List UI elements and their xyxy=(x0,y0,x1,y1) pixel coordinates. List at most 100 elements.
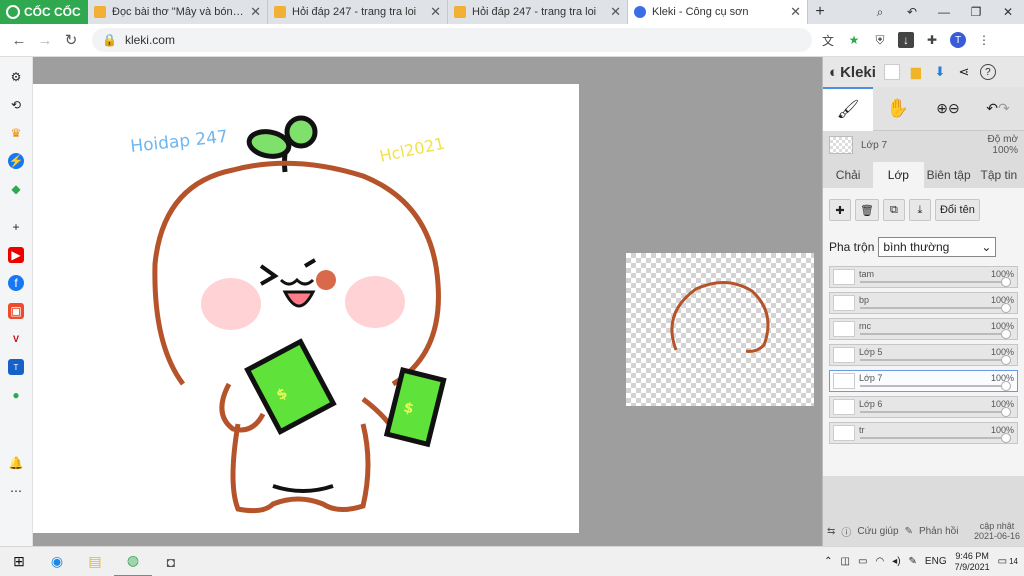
coccoc-taskbar-icon[interactable]: ◍ xyxy=(114,547,152,576)
new-file-icon[interactable] xyxy=(883,64,900,80)
slider-knob[interactable] xyxy=(1001,329,1011,339)
bookmark-star-icon[interactable]: ★ xyxy=(846,32,862,48)
close-tab-icon[interactable]: ✕ xyxy=(610,4,621,20)
meet-now-icon[interactable]: ◫ xyxy=(841,556,850,567)
crown-icon[interactable]: ♛ xyxy=(8,125,24,141)
url-field[interactable]: 🔒 kleki.com xyxy=(92,28,812,52)
merge-layer-button[interactable]: ⤓ xyxy=(908,199,931,221)
browser-tab[interactable]: Hỏi đáp 247 - trang tra loi ✕ xyxy=(268,0,448,24)
news-icon[interactable]: T xyxy=(8,359,24,375)
brush-tool-button[interactable]: 🖌 xyxy=(823,86,873,131)
drawing-workspace[interactable]: Hoidap 247 Hcl2021 $ $ xyxy=(33,57,822,546)
feedback-icon[interactable]: ✎ xyxy=(905,526,913,537)
layer-opacity-slider[interactable] xyxy=(860,333,1001,335)
undo-redo-buttons[interactable]: ↶ ↷ xyxy=(973,87,1023,131)
tab-brush[interactable]: Chải xyxy=(823,162,873,188)
forward-icon[interactable]: → xyxy=(32,32,58,49)
windows-start-icon[interactable]: ⊞ xyxy=(0,547,38,576)
camera-icon[interactable]: ◘ xyxy=(152,547,190,576)
vtv-icon[interactable]: V xyxy=(8,331,24,347)
slider-knob[interactable] xyxy=(1001,355,1011,365)
browser-tab-active[interactable]: Kleki - Công cụ sơn ✕ xyxy=(628,0,808,24)
tab-file[interactable]: Tập tin xyxy=(974,162,1024,188)
language-indicator[interactable]: ENG xyxy=(925,556,947,567)
swap-icon[interactable]: ⇆ xyxy=(827,526,835,537)
feedback-link[interactable]: Phản hồi xyxy=(919,526,958,537)
new-tab-button[interactable]: + xyxy=(808,0,832,24)
coccoc-menu-button[interactable]: CỐC CỐC xyxy=(0,0,88,24)
share-icon[interactable]: ⋖ xyxy=(956,64,972,80)
layer-opacity-slider[interactable] xyxy=(860,437,1001,439)
history-icon[interactable]: ⟲ xyxy=(8,97,24,113)
blend-mode-select[interactable]: bình thường ⌄ xyxy=(878,237,997,257)
duplicate-layer-button[interactable]: ⧉ xyxy=(882,199,905,221)
wifi-icon[interactable]: ◠ xyxy=(875,556,884,567)
close-tab-icon[interactable]: ✕ xyxy=(430,4,441,20)
close-window-button[interactable]: ✕ xyxy=(992,0,1024,24)
back-icon[interactable]: ← xyxy=(6,32,32,49)
battery-icon[interactable]: ▭ xyxy=(858,556,867,567)
drawing-canvas[interactable]: Hoidap 247 Hcl2021 $ $ xyxy=(33,84,579,533)
layer-opacity-slider[interactable] xyxy=(860,307,1001,309)
layer-row[interactable]: Lớp 6 100% xyxy=(829,396,1018,418)
slider-knob[interactable] xyxy=(1001,277,1011,287)
volume-icon[interactable]: ◂) xyxy=(892,556,900,567)
extensions-icon[interactable]: ✚ xyxy=(924,32,940,48)
help-circle-icon[interactable]: ⓘ xyxy=(841,524,851,539)
undo-icon[interactable]: ↶ xyxy=(986,100,998,117)
tab-edit[interactable]: Biên tập xyxy=(924,162,974,188)
chevron-up-icon[interactable]: ⌃ xyxy=(824,556,832,567)
translate-icon[interactable]: 文 xyxy=(820,32,836,48)
notification-icon[interactable]: ▭ 14 xyxy=(998,556,1018,567)
layer-opacity-slider[interactable] xyxy=(860,411,1001,413)
layer-row[interactable]: Lớp 5 100% xyxy=(829,344,1018,366)
layer-opacity-slider[interactable] xyxy=(860,281,1001,283)
shopping-icon[interactable]: ▣ xyxy=(8,303,24,319)
open-folder-icon[interactable]: ▆ xyxy=(908,64,924,80)
slider-knob[interactable] xyxy=(1001,433,1011,443)
add-shortcut-icon[interactable]: + xyxy=(8,219,24,235)
game-icon[interactable]: ◆ xyxy=(8,181,24,197)
tab-layers[interactable]: Lớp xyxy=(873,162,924,188)
minimize-button[interactable]: — xyxy=(928,0,960,24)
notification-bell-icon[interactable]: 🔔 xyxy=(8,455,24,471)
delete-layer-button[interactable]: 🗑 xyxy=(855,199,879,221)
rename-layer-button[interactable]: Đổi tên xyxy=(934,199,980,221)
zoom-in-icon[interactable]: ⊕ xyxy=(936,100,948,117)
layer-row-selected[interactable]: Lớp 7 100% xyxy=(829,370,1018,392)
clock[interactable]: 9:46 PM 7/9/2021 xyxy=(955,551,990,573)
layer-row[interactable]: tr 100% xyxy=(829,422,1018,444)
messenger-icon[interactable]: ⚡ xyxy=(8,153,24,169)
tab-search-icon[interactable]: ⌕ xyxy=(864,0,896,24)
layer-row[interactable]: tam 100% xyxy=(829,266,1018,288)
hand-tool-button[interactable]: ✋ xyxy=(873,87,923,131)
pen-icon[interactable]: ✎ xyxy=(909,556,917,567)
reload-icon[interactable]: ↻ xyxy=(58,31,84,49)
download-icon[interactable]: ↓ xyxy=(898,32,914,48)
slider-knob[interactable] xyxy=(1001,381,1011,391)
facebook-icon[interactable]: f xyxy=(8,275,24,291)
browser-tab[interactable]: Đọc bài thơ "Mây và bóng" c ✕ xyxy=(88,0,268,24)
shield-icon[interactable]: ⛨ xyxy=(872,32,888,48)
youtube-icon[interactable]: ▶ xyxy=(8,247,24,263)
save-download-icon[interactable]: ⬇ xyxy=(932,64,948,80)
file-explorer-icon[interactable]: ▤ xyxy=(76,547,114,576)
profile-avatar[interactable]: T xyxy=(950,32,966,48)
more-icon[interactable]: ⋯ xyxy=(8,483,24,499)
help-link[interactable]: Cứu giúp xyxy=(857,526,898,537)
help-icon[interactable]: ? xyxy=(979,64,996,80)
layer-row[interactable]: mc 100% xyxy=(829,318,1018,340)
close-tab-icon[interactable]: ✕ xyxy=(790,4,801,20)
menu-icon[interactable]: ⋮ xyxy=(976,32,992,48)
add-layer-button[interactable]: ✚ xyxy=(829,199,851,221)
globe-icon[interactable]: ● xyxy=(8,387,24,403)
layer-row[interactable]: bp 100% xyxy=(829,292,1018,314)
redo-icon[interactable]: ↷ xyxy=(998,100,1010,117)
edge-icon[interactable]: ◉ xyxy=(38,547,76,576)
back-to-tab-icon[interactable]: ↶ xyxy=(896,0,928,24)
close-tab-icon[interactable]: ✕ xyxy=(250,4,261,20)
browser-tab[interactable]: Hỏi đáp 247 - trang tra loi ✕ xyxy=(448,0,628,24)
zoom-buttons[interactable]: ⊕ ⊖ xyxy=(923,87,973,131)
maximize-button[interactable]: ❐ xyxy=(960,0,992,24)
layer-opacity-slider[interactable] xyxy=(860,385,1001,387)
